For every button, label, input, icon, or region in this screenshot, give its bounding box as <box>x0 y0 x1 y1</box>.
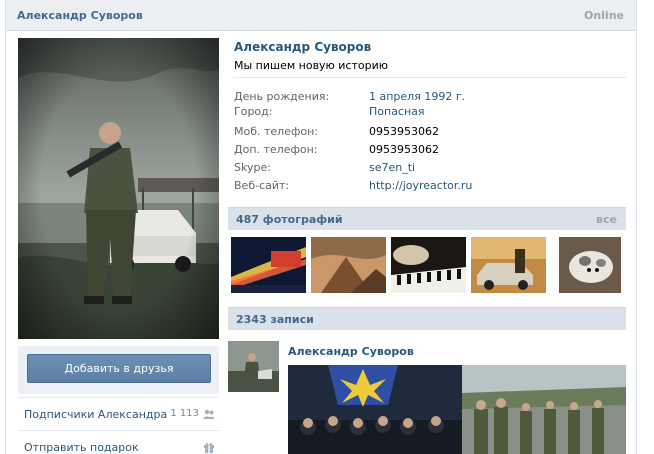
photos-title[interactable]: 487 фотографий <box>236 213 343 226</box>
photo-thumbnail[interactable] <box>391 237 466 293</box>
info-value-mobile: 0953953062 <box>369 125 439 138</box>
info-row-skype: Skype: se7en_ti <box>234 161 626 179</box>
profile-name: Александр Суворов <box>234 40 372 54</box>
gift-icon <box>203 441 215 453</box>
info-value-phone: 0953953062 <box>369 143 439 156</box>
wall-title[interactable]: 2343 записи <box>236 313 314 326</box>
post-photo[interactable] <box>288 365 626 454</box>
subscribers-link[interactable]: Подписчики Александра 1 113 <box>18 397 219 430</box>
subscribers-count: 1 113 <box>170 408 199 419</box>
info-row-city: Город: Попасная <box>234 105 626 123</box>
photo-thumbnail[interactable] <box>311 237 386 293</box>
add-friend-label: Добавить в друзья <box>64 362 174 375</box>
photo-thumbnails <box>228 237 626 295</box>
people-icon <box>203 408 215 420</box>
photos-section-header[interactable]: 487 фотографий все <box>228 207 626 230</box>
info-value-city[interactable]: Попасная <box>369 105 425 118</box>
info-key: День рождения: <box>234 90 330 103</box>
info-value-skype[interactable]: se7en_ti <box>369 161 415 174</box>
profile-info: День рождения: 1 апреля 1992 г. Город: П… <box>234 90 626 197</box>
wall-section-header[interactable]: 2343 записи <box>228 307 626 330</box>
info-row-phone: Доп. телефон: 0953953062 <box>234 143 626 161</box>
profile-status[interactable]: Мы пишем новую историю <box>234 59 388 72</box>
add-friend-button[interactable]: Добавить в друзья <box>27 354 211 383</box>
send-gift-label: Отправить подарок <box>24 441 139 454</box>
profile-avatar[interactable] <box>18 38 219 339</box>
info-key: Веб-сайт: <box>234 179 290 192</box>
send-gift-link[interactable]: Отправить подарок <box>18 430 219 454</box>
profile-header-bar: Александр Суворов Online <box>6 0 636 31</box>
photo-thumbnail[interactable] <box>471 237 546 293</box>
post-author-name[interactable]: Александр Суворов <box>288 345 414 358</box>
online-status: Online <box>583 9 624 22</box>
header-name[interactable]: Александр Суворов <box>17 9 143 22</box>
info-key: Skype: <box>234 161 271 174</box>
post-author-avatar[interactable] <box>228 341 279 392</box>
info-value-birthday[interactable]: 1 апреля 1992 г. <box>369 90 465 103</box>
info-row-website: Веб-сайт: http://joyreactor.ru <box>234 179 626 197</box>
info-value-website[interactable]: http://joyreactor.ru <box>369 179 472 192</box>
info-key: Доп. телефон: <box>234 143 318 156</box>
photo-thumbnail[interactable] <box>559 237 621 293</box>
info-row-mobile: Моб. телефон: 0953953062 <box>234 125 626 143</box>
avatar-photo <box>18 38 219 339</box>
profile-page: Александр Суворов Online Добавить в друз… <box>5 0 637 454</box>
photos-all-link[interactable]: все <box>596 213 617 226</box>
photo-thumbnail[interactable] <box>231 237 306 293</box>
info-key: Город: <box>234 105 273 118</box>
subscribers-label: Подписчики Александра <box>24 408 168 421</box>
info-key: Моб. телефон: <box>234 125 319 138</box>
divider <box>233 77 626 78</box>
